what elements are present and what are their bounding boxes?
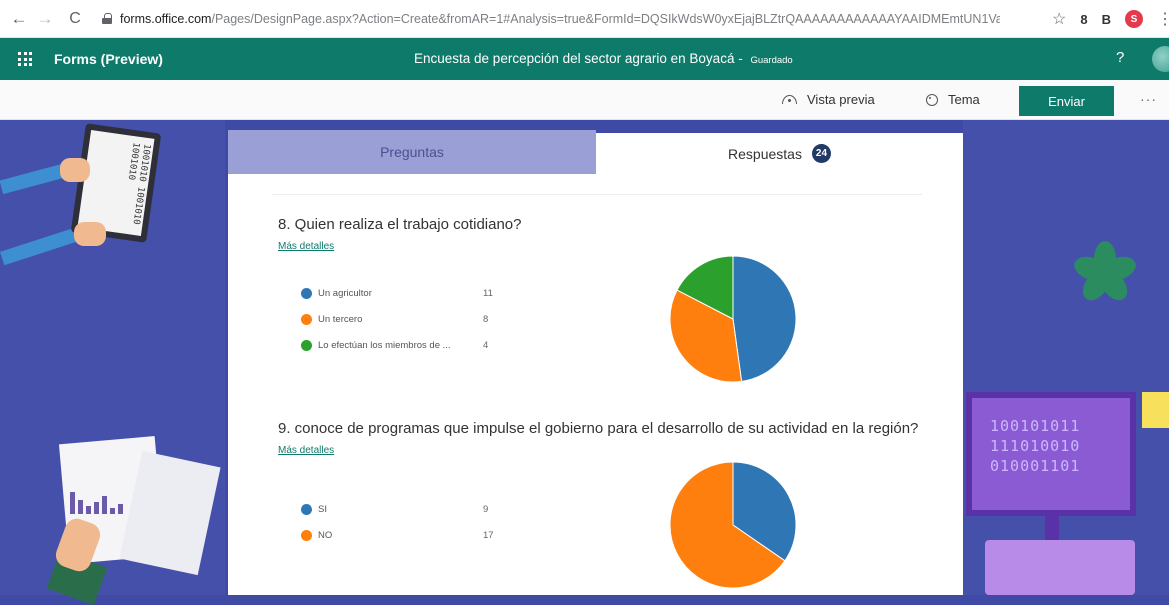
legend-count: 11	[483, 287, 493, 299]
more-details-link[interactable]: Más detalles	[278, 241, 334, 252]
user-avatar[interactable]	[1152, 46, 1169, 72]
series-color-dot	[301, 503, 312, 515]
forms-app-bar: Forms (Preview) Encuesta de percepción d…	[0, 38, 1169, 80]
profile-avatar[interactable]: S	[1125, 10, 1143, 28]
series-color-dot	[301, 339, 312, 351]
legend-label: SI	[318, 503, 327, 515]
more-options-icon[interactable]: ···	[1140, 91, 1157, 107]
bookmark-star-icon[interactable]: ☆	[1052, 9, 1066, 29]
theme-button[interactable]: Tema	[926, 92, 980, 107]
form-title: Encuesta de percepción del sector agrari…	[414, 51, 793, 66]
forward-arrow-icon[interactable]: →	[34, 8, 56, 30]
address-bar[interactable]: forms.office.com/Pages/DesignPage.aspx?A…	[120, 12, 1000, 26]
tablet-binary: 1001010 1001010 1001010	[125, 141, 152, 226]
browser-menu-icon[interactable]: ⋮	[1157, 9, 1169, 29]
url-path: /Pages/DesignPage.aspx?Action=Create&fro…	[211, 11, 1000, 26]
more-details-link[interactable]: Más detalles	[278, 445, 334, 456]
question-8: 8. Quien realiza el trabajo cotidiano? M…	[278, 216, 522, 254]
legend-count: 4	[483, 339, 489, 351]
responses-count-badge: 24	[811, 144, 831, 163]
question-9-legend: SI 9 NO 17	[301, 496, 494, 548]
extension-b-icon[interactable]: B	[1102, 12, 1111, 27]
browser-toolbar: ← → C forms.office.com/Pages/DesignPage.…	[0, 0, 1169, 38]
tab-responses-label: Respuestas	[728, 145, 802, 162]
right-illustration-background	[963, 120, 1169, 595]
app-launcher-icon[interactable]	[18, 52, 32, 66]
keyboard-illustration	[985, 540, 1135, 595]
monitor-binary-line: 100101011	[990, 417, 1081, 435]
hand-illustration	[74, 222, 106, 246]
divider	[272, 194, 922, 195]
question-8-pie-chart	[669, 255, 797, 383]
hand-illustration	[60, 158, 90, 182]
theme-label: Tema	[948, 92, 980, 107]
palette-icon	[926, 93, 938, 106]
legend-count: 8	[483, 313, 489, 325]
legend-label: Un agricultor	[318, 287, 372, 299]
extension-icon[interactable]: 8	[1080, 12, 1087, 27]
eye-icon	[782, 95, 797, 104]
legend-item: NO 17	[301, 522, 494, 548]
question-8-legend: Un agricultor 11 Un tercero 8 Lo efectúa…	[301, 280, 493, 358]
lock-icon[interactable]	[102, 13, 112, 24]
legend-count: 9	[483, 503, 489, 515]
question-title: 8. Quien realiza el trabajo cotidiano?	[278, 216, 522, 233]
preview-button[interactable]: Vista previa	[782, 92, 875, 107]
help-icon[interactable]: ?	[1116, 49, 1124, 66]
command-bar: Vista previa Tema Enviar ···	[0, 80, 1169, 120]
question-9: 9. conoce de programas que impulse el go…	[278, 420, 918, 458]
legend-label: Lo efectúan los miembros de ...	[318, 339, 451, 351]
url-host: forms.office.com	[120, 11, 212, 26]
series-color-dot	[301, 529, 312, 541]
tab-responses[interactable]: Respuestas 24	[596, 130, 963, 174]
monitor-binary: 100101011 111010010 010001101	[990, 416, 1080, 476]
title-separator: -	[734, 51, 747, 66]
series-color-dot	[301, 287, 312, 299]
sticky-note-illustration	[1142, 392, 1169, 428]
tab-questions[interactable]: Preguntas	[228, 130, 596, 174]
legend-item: Un agricultor 11	[301, 280, 493, 306]
legend-label: Un tercero	[318, 313, 363, 325]
form-title-text: Encuesta de percepción del sector agrari…	[414, 51, 735, 66]
responses-card: Preguntas Respuestas 24 8. Quien realiza…	[228, 130, 963, 595]
back-arrow-icon[interactable]: ←	[8, 8, 30, 30]
monitor-illustration: 100101011 111010010 010001101	[966, 392, 1136, 516]
app-name[interactable]: Forms (Preview)	[54, 51, 163, 67]
plant-illustration	[1070, 238, 1140, 308]
pie-slice-1[interactable]	[732, 255, 797, 382]
question-9-pie-chart	[669, 461, 797, 589]
legend-item: Un tercero 8	[301, 306, 488, 332]
reload-icon[interactable]: C	[64, 8, 86, 30]
legend-item: Lo efectúan los miembros de ... 4	[301, 332, 488, 358]
legend-item: SI 9	[301, 496, 488, 522]
bar-graph-illustration	[70, 492, 123, 514]
preview-label: Vista previa	[807, 92, 875, 107]
series-color-dot	[301, 313, 312, 325]
monitor-binary-line: 010001101	[990, 457, 1081, 475]
monitor-binary-line: 111010010	[990, 437, 1081, 455]
legend-label: NO	[318, 529, 333, 541]
send-button[interactable]: Enviar	[1019, 86, 1114, 116]
saved-status: Guardado	[750, 55, 793, 66]
question-title: 9. conoce de programas que impulse el go…	[278, 420, 919, 437]
legend-count: 17	[483, 529, 494, 541]
